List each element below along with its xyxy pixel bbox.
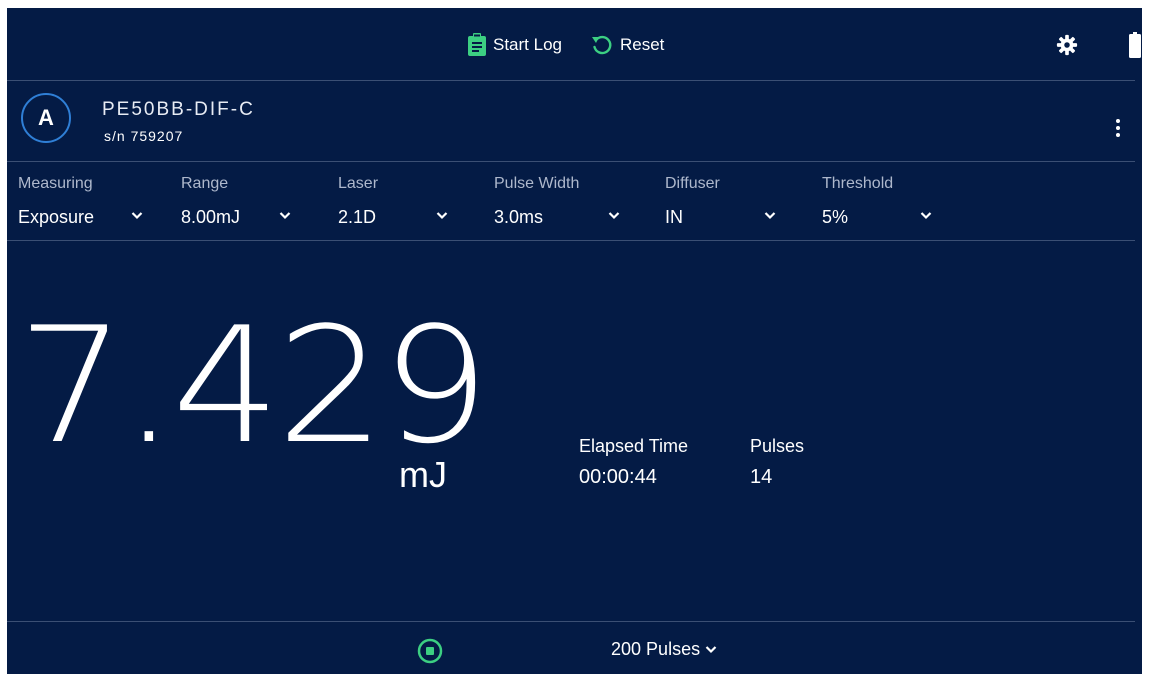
chevron-down-icon [920,212,932,220]
threshold-label: Threshold [822,175,894,192]
measurement-unit: mJ [399,454,447,495]
bottom-bar: 200 Pulses [7,621,1142,674]
measurement-display: 7.429 mJ Elapsed Time 00:00:44 Pulses 14 [7,240,1142,620]
measuring-label: Measuring [18,175,93,192]
device-serial: s/n 759207 [104,128,184,144]
divider [7,161,1135,162]
elapsed-time-label: Elapsed Time [579,436,689,456]
pulse-width-dropdown[interactable]: Pulse Width 3.0ms [494,171,624,241]
more-options-icon[interactable] [1112,118,1124,140]
pulse-count-value: 200 [611,639,642,659]
pulse-width-value: 3.0ms [494,207,544,227]
reset-button[interactable]: Reset [590,32,664,58]
start-log-label: Start Log [493,35,562,54]
clipboard-icon [468,33,486,56]
threshold-dropdown[interactable]: Threshold 5% [822,171,942,241]
pulse-count-dropdown[interactable]: 200 Pulses [611,639,717,660]
elapsed-time-value: 00:00:44 [579,466,657,488]
diffuser-value: IN [665,207,683,227]
range-value: 8.00mJ [181,207,241,227]
chevron-down-icon [131,212,143,220]
reset-icon [592,35,612,55]
measuring-dropdown[interactable]: Measuring Exposure [18,171,143,241]
range-label: Range [181,175,229,192]
pulses-value: 14 [750,466,773,488]
start-log-button[interactable]: Start Log [467,32,562,58]
threshold-value: 5% [822,207,849,227]
chevron-down-icon [436,212,448,220]
stop-icon[interactable] [417,638,443,664]
laser-value: 2.1D [338,207,377,227]
gear-icon[interactable] [1056,34,1078,56]
measuring-value: Exposure [18,207,95,227]
measurement-value: 7.429 [17,292,490,479]
range-dropdown[interactable]: Range 8.00mJ [181,171,301,241]
device-header: A PE50BB-DIF-C s/n 759207 [7,81,1142,161]
channel-badge[interactable]: A [21,93,71,143]
device-model: PE50BB-DIF-C [102,99,255,120]
chevron-down-icon [279,212,291,220]
pulse-width-label: Pulse Width [494,175,580,192]
laser-label: Laser [338,175,379,192]
chevron-down-icon [608,212,620,220]
app-screen: Start Log Reset A PE50BB-DIF-C s/n 75920… [7,8,1142,674]
chevron-down-icon [705,646,717,654]
battery-icon [1129,32,1141,58]
top-toolbar: Start Log Reset [7,8,1142,80]
diffuser-label: Diffuser [665,175,720,192]
diffuser-dropdown[interactable]: Diffuser IN [665,171,785,241]
reset-label: Reset [620,35,665,54]
pulse-count-unit: Pulses [646,639,701,659]
measurement-settings: Measuring Exposure Range 8.00mJ Laser 2.… [7,171,1142,241]
chevron-down-icon [764,212,776,220]
laser-dropdown[interactable]: Laser 2.1D [338,171,458,241]
pulses-label: Pulses [750,436,805,456]
